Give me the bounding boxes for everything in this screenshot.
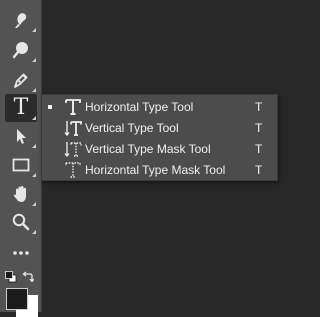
dodge-icon	[11, 40, 31, 60]
flyout-item-shortcut: T	[255, 99, 263, 114]
smudge-tool-button[interactable]	[5, 6, 37, 34]
swap-colors-icon[interactable]	[22, 270, 35, 283]
smudge-icon	[11, 10, 31, 30]
edit-toolbar-button[interactable]	[5, 239, 37, 267]
horizontal-type-mask-icon	[64, 160, 82, 180]
type-tool-flyout-menu: Horizontal Type Tool T Vertical Type Too…	[41, 94, 278, 181]
flyout-item-shortcut: T	[255, 141, 263, 156]
vertical-type-icon	[64, 118, 82, 138]
flyout-item-shortcut: T	[255, 120, 263, 135]
magnifier-icon	[11, 212, 31, 232]
zoom-tool-button[interactable]	[5, 208, 37, 236]
pen-tool-button[interactable]	[5, 66, 37, 94]
path-selection-arrow-icon	[11, 126, 31, 146]
tools-panel: T	[0, 0, 42, 317]
type-tool-button[interactable]: T	[5, 94, 37, 122]
flyout-item-label: Vertical Type Tool	[85, 120, 179, 135]
flyout-item-label: Horizontal Type Mask Tool	[85, 162, 226, 177]
dodge-tool-button[interactable]	[5, 36, 37, 64]
path-selection-tool-button[interactable]	[5, 122, 37, 150]
horizontal-type-icon	[64, 97, 82, 117]
type-icon: T	[13, 95, 29, 120]
flyout-item-horizontal-type-tool[interactable]: Horizontal Type Tool T	[42, 96, 277, 117]
selected-indicator	[48, 104, 52, 109]
flyout-item-horizontal-type-mask-tool[interactable]: Horizontal Type Mask Tool T	[42, 159, 277, 180]
pen-icon	[11, 70, 31, 90]
rectangle-icon	[11, 155, 31, 175]
flyout-item-label: Horizontal Type Tool	[85, 99, 194, 114]
flyout-item-vertical-type-tool[interactable]: Vertical Type Tool T	[42, 117, 277, 138]
foreground-color-swatch[interactable]	[6, 288, 28, 310]
flyout-item-shortcut: T	[255, 162, 263, 177]
color-swatches	[4, 286, 40, 317]
flyout-item-label: Vertical Type Mask Tool	[85, 141, 211, 156]
hand-icon	[11, 184, 31, 204]
flyout-item-vertical-type-mask-tool[interactable]: Vertical Type Mask Tool T	[42, 138, 277, 159]
vertical-type-mask-icon	[64, 139, 82, 159]
more-dots-icon	[11, 243, 31, 263]
hand-tool-button[interactable]	[5, 180, 37, 208]
default-colors-icon[interactable]	[5, 270, 17, 283]
rectangle-tool-button[interactable]	[5, 151, 37, 179]
